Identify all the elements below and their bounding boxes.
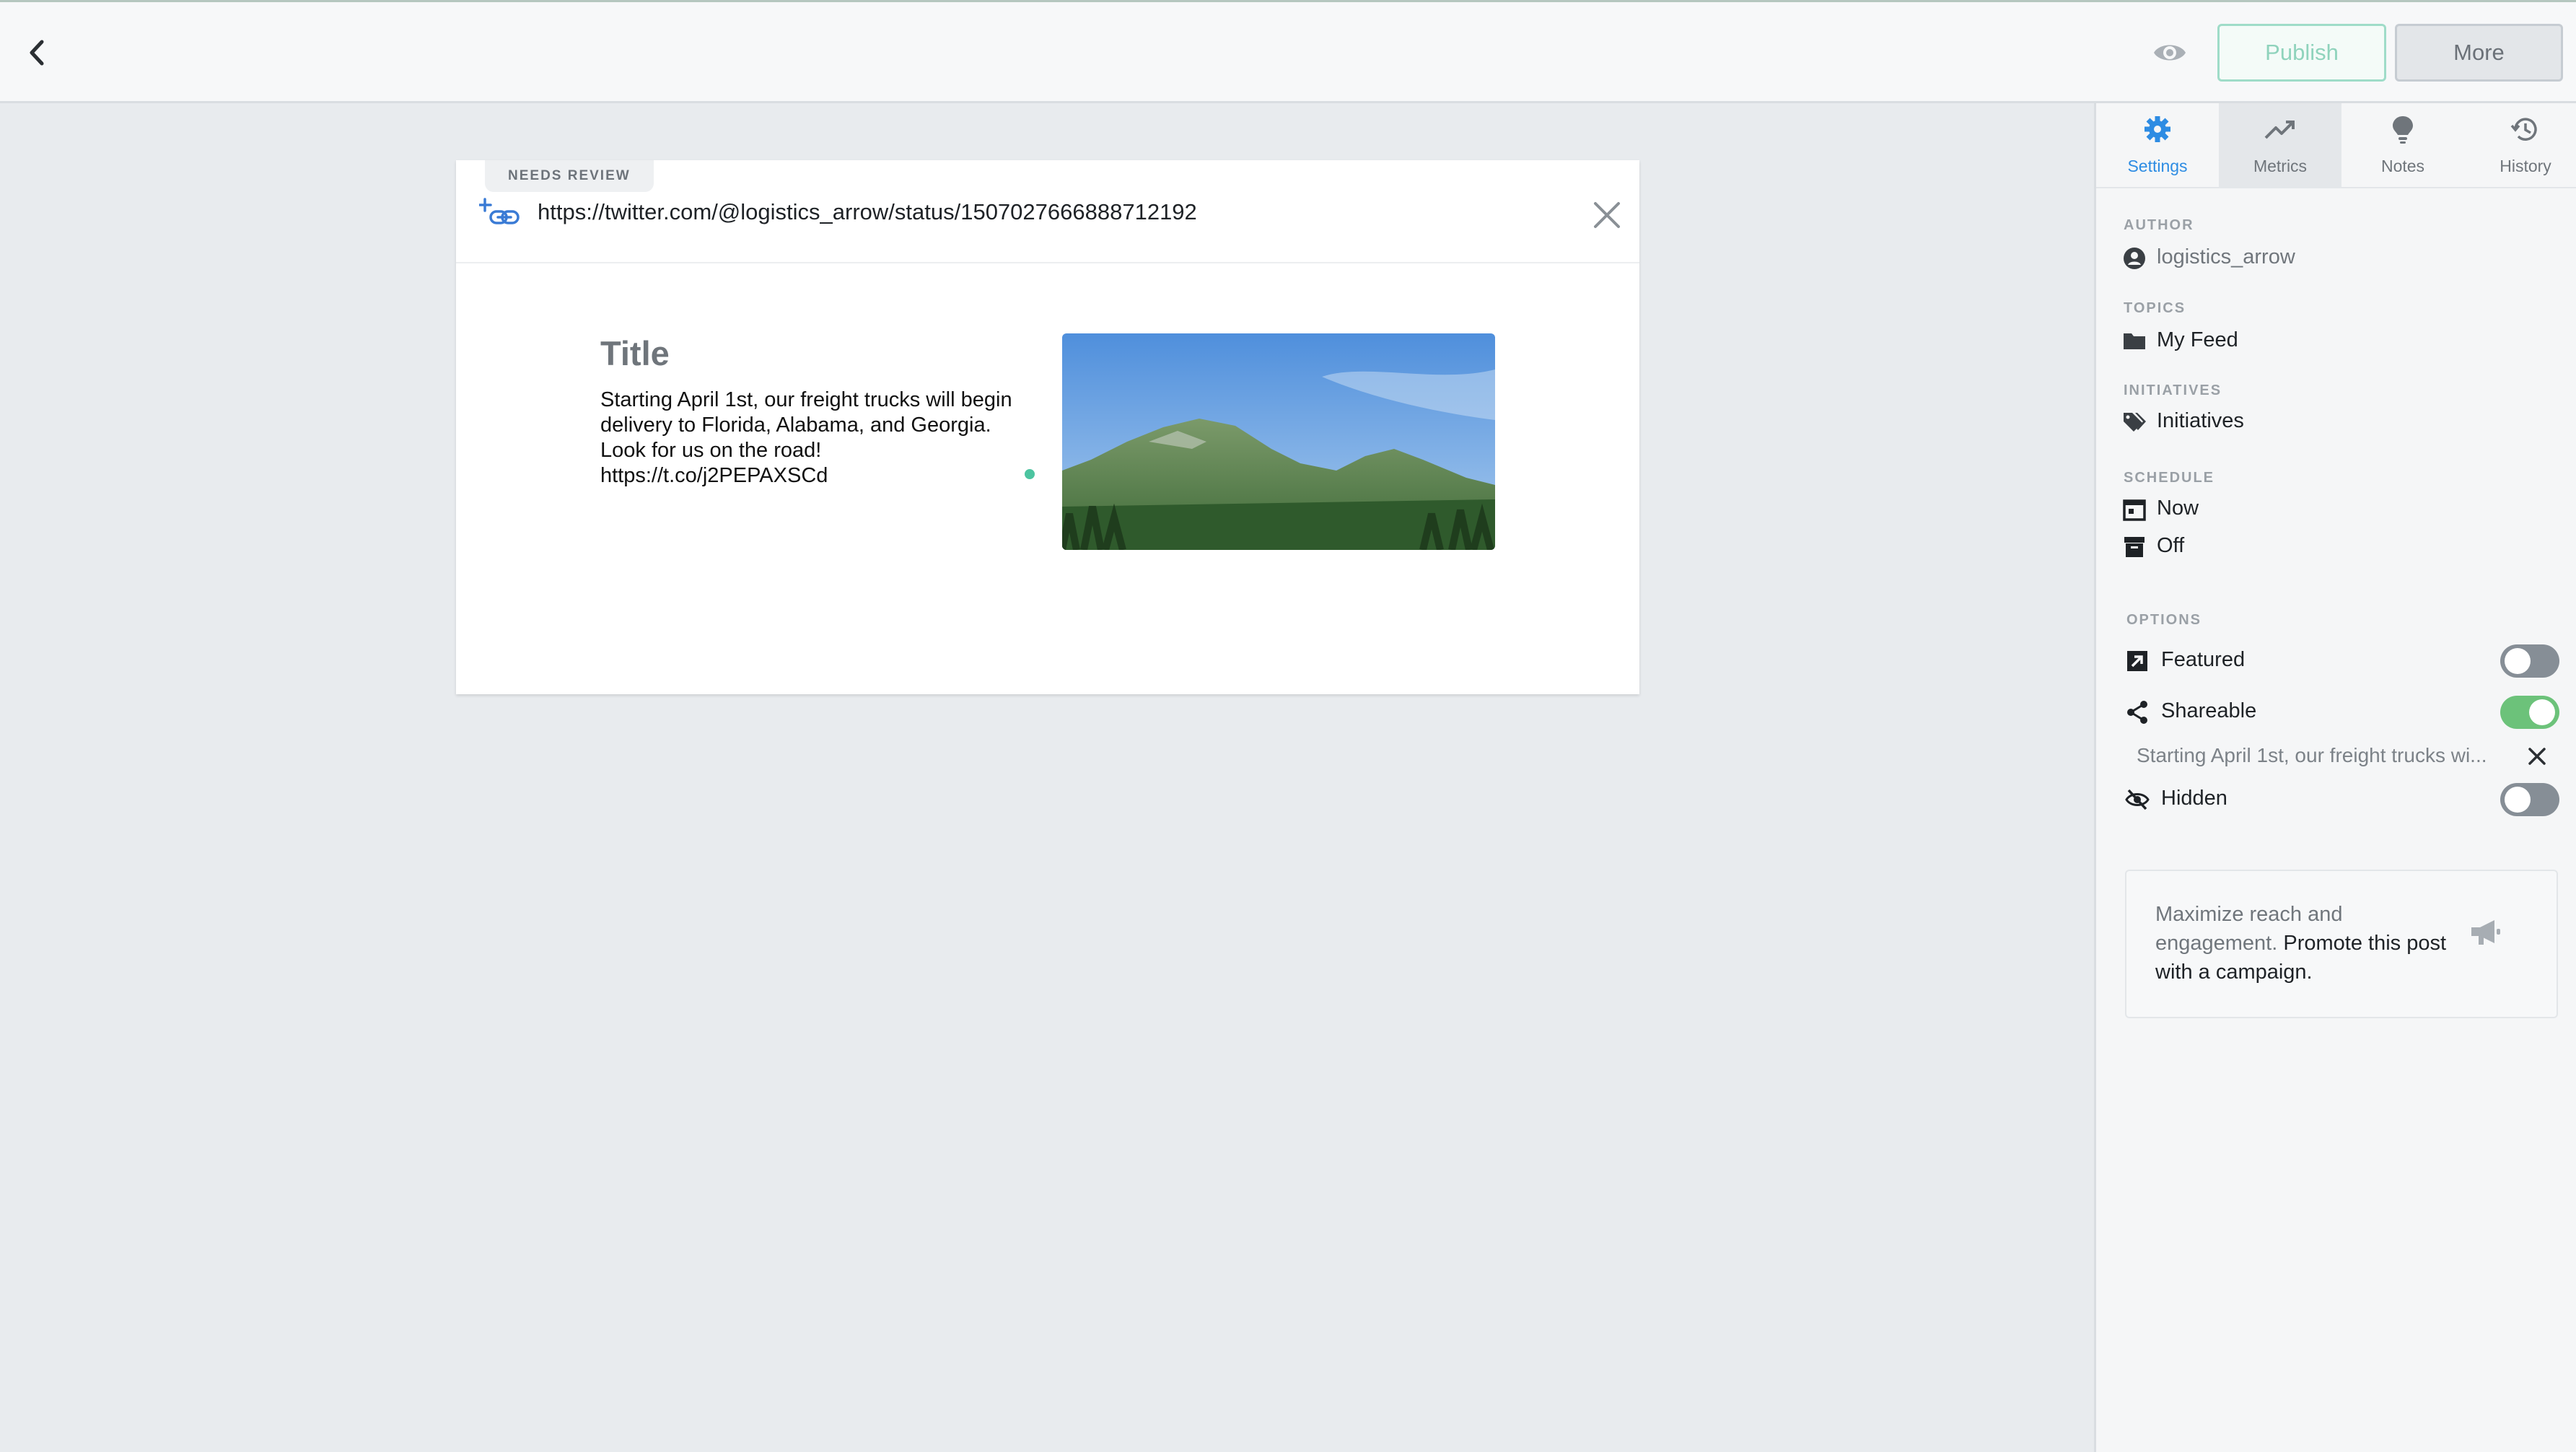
calendar-icon	[2123, 499, 2146, 521]
more-button[interactable]: More	[2395, 24, 2563, 82]
tab-notes[interactable]: Notes	[2341, 103, 2464, 188]
author-value[interactable]: logistics_arrow	[2157, 245, 2295, 269]
tab-settings[interactable]: Settings	[2096, 103, 2219, 188]
back-button[interactable]	[22, 35, 53, 71]
tab-label: Notes	[2380, 157, 2425, 175]
schedule-start[interactable]: Now	[2157, 497, 2199, 520]
chevron-left-icon	[30, 40, 44, 66]
share-icon	[2127, 701, 2147, 724]
topics-label: TOPICS	[2124, 300, 2186, 316]
tab-label: History	[2500, 157, 2551, 175]
featured-label: Featured	[2161, 648, 2246, 671]
shareable-toggle[interactable]	[2500, 696, 2559, 729]
status-badge: NEEDS REVIEW	[485, 160, 654, 192]
shareable-label: Shareable	[2161, 699, 2257, 722]
options-label: OPTIONS	[2126, 612, 2202, 628]
history-icon	[2510, 118, 2537, 141]
gear-icon	[2145, 116, 2170, 142]
preview-body-line: Look for us on the road!	[600, 439, 822, 462]
author-label: AUTHOR	[2124, 217, 2194, 233]
lightbulb-icon	[2393, 116, 2413, 144]
schedule-end[interactable]: Off	[2157, 534, 2184, 558]
top-bar: Publish More	[0, 0, 2576, 103]
topics-value[interactable]: My Feed	[2157, 328, 2238, 352]
add-link-icon[interactable]	[478, 196, 522, 232]
hidden-toggle[interactable]	[2500, 783, 2559, 816]
hidden-label: Hidden	[2161, 787, 2227, 810]
tab-label: Settings	[2127, 157, 2188, 175]
preview-image[interactable]	[1062, 333, 1495, 550]
status-dot	[1025, 469, 1035, 479]
preview-body-line: delivery to Florida, Alabama, and Georgi…	[600, 414, 991, 437]
settings-sidebar: Settings Metrics Notes History AUTHOR lo…	[2094, 103, 2576, 1452]
share-text[interactable]: Starting April 1st, our freight trucks w…	[2137, 744, 2519, 767]
url-row: https://twitter.com/@logistics_arrow/sta…	[456, 192, 1639, 263]
archive-icon	[2124, 537, 2145, 557]
initiatives-label: INITIATIVES	[2124, 382, 2222, 398]
tab-label: Metrics	[2253, 157, 2308, 175]
post-card: NEEDS REVIEW https://twitter.com/@logist…	[456, 160, 1639, 694]
clear-share-text-button[interactable]	[2525, 744, 2549, 769]
tags-icon	[2124, 413, 2146, 432]
promote-campaign-card[interactable]: Maximize reach and engagement. Promote t…	[2125, 870, 2558, 1018]
preview-body-line: Starting April 1st, our freight trucks w…	[600, 388, 1012, 411]
close-icon	[1594, 202, 1620, 228]
tab-history[interactable]: History	[2464, 103, 2576, 188]
initiatives-value[interactable]: Initiatives	[2157, 409, 2244, 433]
folder-icon	[2124, 333, 2145, 349]
preview-button[interactable]	[2152, 40, 2187, 66]
user-circle-icon	[2124, 248, 2145, 269]
preview-body-line: https://t.co/j2PEPAXSCd	[600, 464, 828, 487]
schedule-label: SCHEDULE	[2124, 470, 2215, 486]
eye-icon	[2154, 45, 2186, 61]
close-icon	[2528, 748, 2546, 765]
post-url[interactable]: https://twitter.com/@logistics_arrow/sta…	[538, 199, 1197, 225]
close-button[interactable]	[1593, 201, 1621, 229]
preview-title[interactable]: Title	[600, 333, 670, 373]
promo-text: Maximize reach and engagement. Promote t…	[2155, 900, 2466, 987]
eye-slash-icon	[2125, 789, 2150, 810]
megaphone-icon	[2471, 920, 2500, 945]
featured-toggle[interactable]	[2500, 644, 2559, 678]
sidebar-tabs: Settings Metrics Notes History	[2096, 103, 2576, 188]
featured-icon	[2127, 651, 2147, 671]
tab-metrics[interactable]: Metrics	[2219, 103, 2341, 188]
preview-body[interactable]: Starting April 1st, our freight trucks w…	[600, 388, 1048, 489]
publish-button[interactable]: Publish	[2217, 24, 2386, 82]
trend-icon	[2264, 121, 2295, 139]
